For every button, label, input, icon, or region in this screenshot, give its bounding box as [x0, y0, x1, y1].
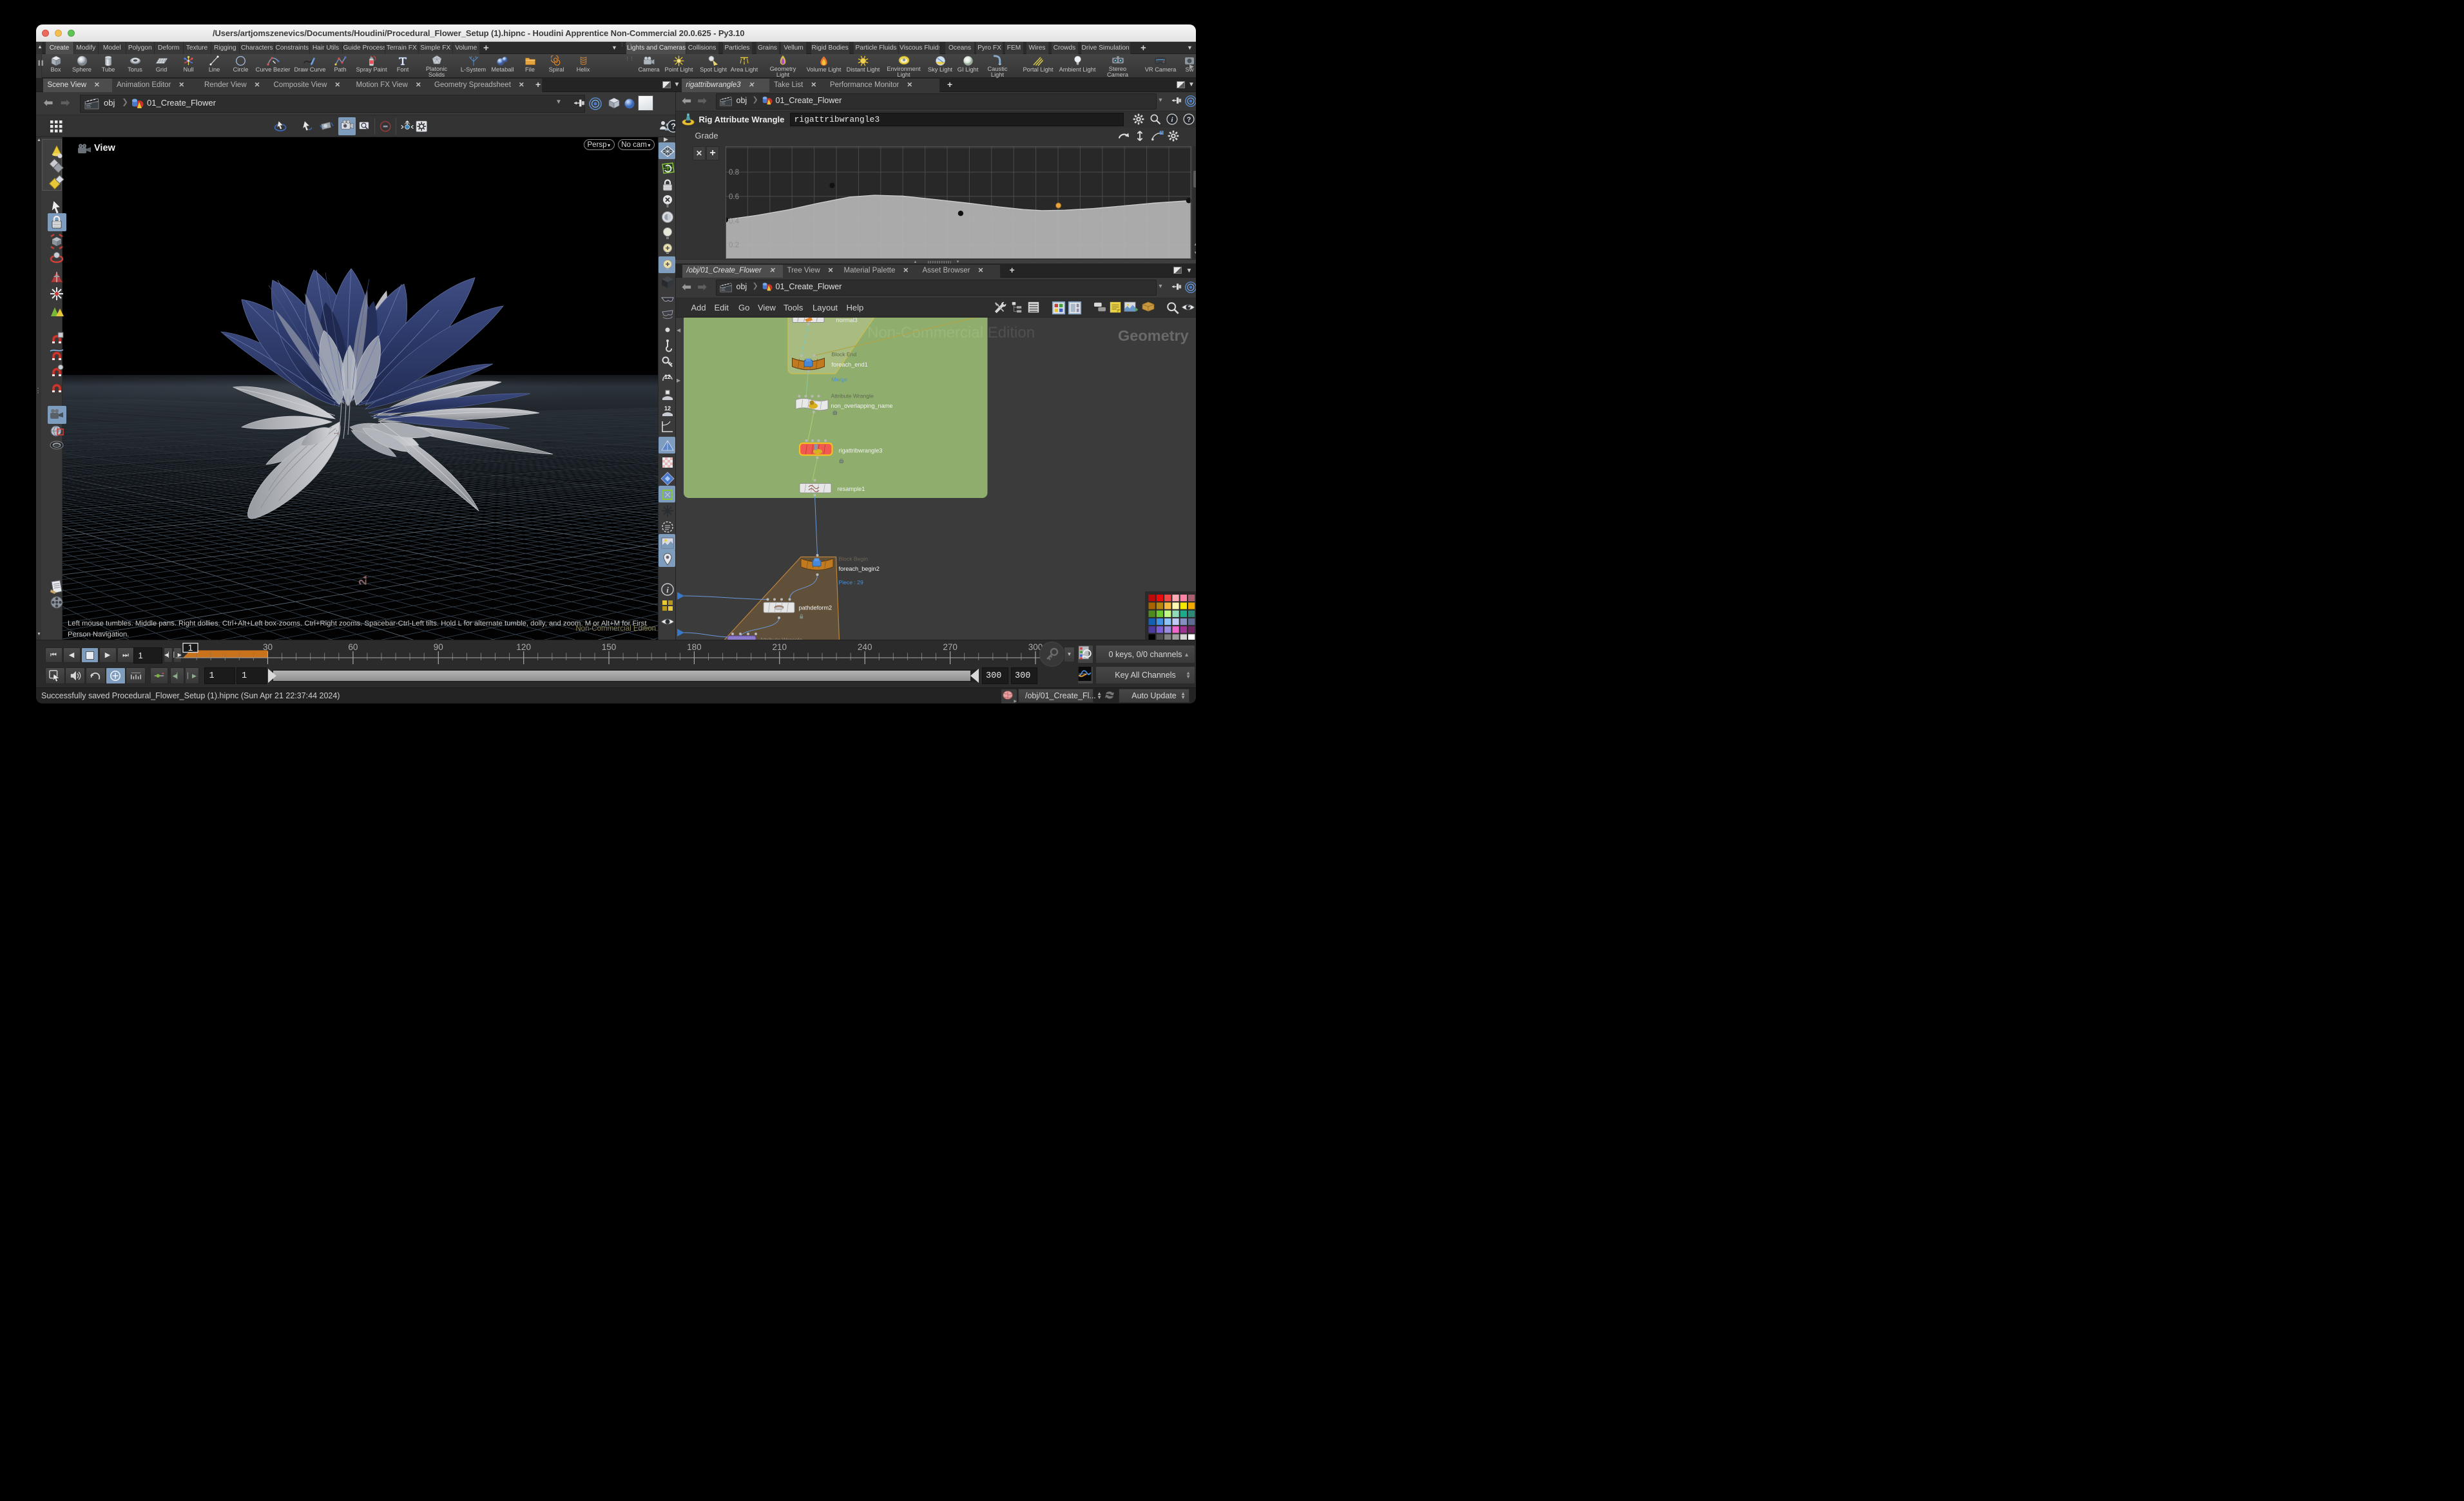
svg-text:240: 240 [858, 642, 872, 652]
svg-text:▶: ▶ [677, 378, 681, 383]
svg-text:rigattribwrangle3: rigattribwrangle3 [838, 447, 882, 454]
svg-text:Block End: Block End [831, 351, 856, 358]
svg-text:0.8: 0.8 [729, 169, 739, 177]
svg-text:foreach_end1: foreach_end1 [831, 361, 867, 368]
svg-text:Geometry: Geometry [1118, 327, 1189, 344]
svg-text:0.4: 0.4 [729, 218, 740, 225]
svg-text:90: 90 [434, 642, 443, 652]
svg-text:Attribute Wrangle: Attribute Wrangle [831, 392, 873, 399]
svg-text:60: 60 [348, 642, 358, 652]
svg-text:foreach_begin2: foreach_begin2 [838, 566, 879, 572]
svg-text:30: 30 [263, 642, 273, 652]
svg-text:?: ? [1186, 115, 1191, 123]
svg-text:non_overlapping_name: non_overlapping_name [831, 403, 892, 409]
svg-text:1: 1 [188, 643, 193, 653]
svg-text:12: 12 [664, 374, 671, 380]
svg-text:Non-Commercial Edition: Non-Commercial Edition [867, 324, 1035, 341]
svg-text:1-: 1- [333, 430, 340, 435]
svg-text:12: 12 [664, 405, 671, 412]
svg-text:150: 150 [602, 642, 617, 652]
svg-text:pathdeform2: pathdeform2 [798, 604, 832, 611]
svg-text:i: i [1171, 116, 1173, 124]
svg-text:Merge: Merge [831, 376, 847, 383]
svg-text:◀: ◀ [677, 327, 681, 333]
svg-text:Piece : 29: Piece : 29 [838, 579, 863, 586]
svg-text:180: 180 [687, 642, 702, 652]
svg-text:270: 270 [943, 642, 958, 652]
svg-text:resample1: resample1 [837, 486, 865, 492]
svg-text:0.2: 0.2 [729, 242, 739, 249]
svg-text:210: 210 [773, 642, 787, 652]
svg-text:i: i [666, 585, 669, 595]
svg-text:0.6: 0.6 [729, 193, 739, 201]
svg-text:Block Begin: Block Begin [838, 555, 868, 562]
svg-text:normal3: normal3 [836, 318, 857, 323]
svg-text:120: 120 [516, 642, 531, 652]
